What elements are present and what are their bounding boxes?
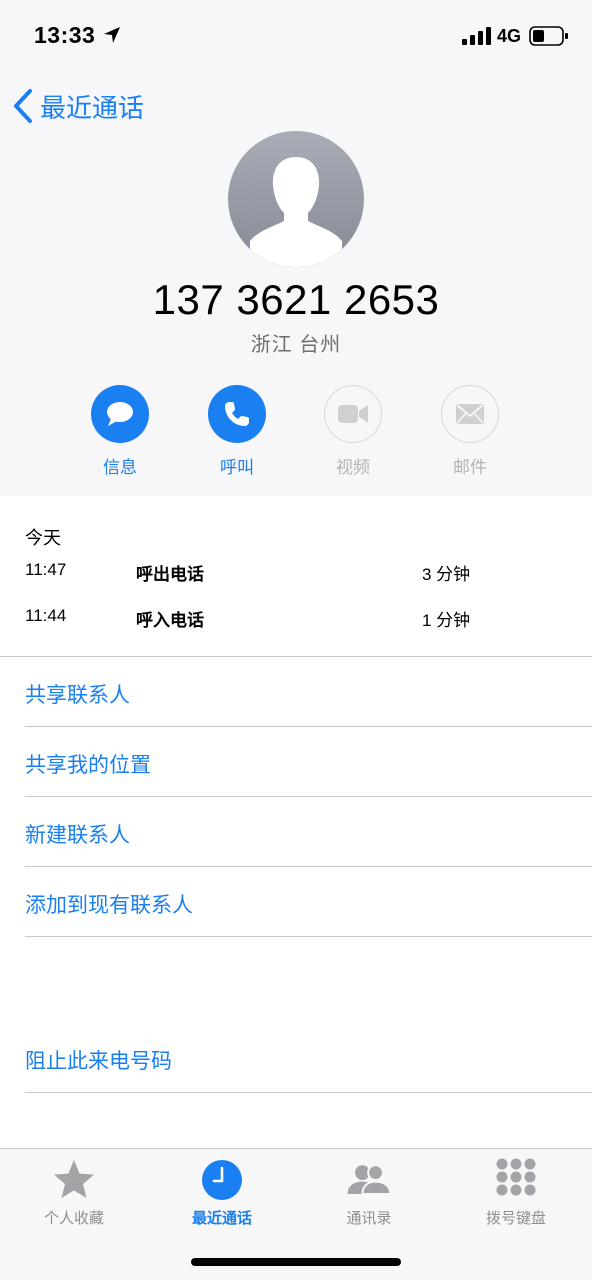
row-divider bbox=[25, 866, 592, 867]
row-divider bbox=[25, 936, 592, 937]
signal-icon bbox=[462, 27, 491, 45]
call-duration: 1 分钟 bbox=[422, 611, 471, 630]
back-button[interactable]: 最近通话 bbox=[12, 84, 144, 128]
network-type: 4G bbox=[497, 26, 522, 46]
call-history-row: 11:44 呼入电话 1 分钟 bbox=[0, 606, 592, 630]
message-action-button[interactable]: 信息 bbox=[80, 385, 160, 480]
row-divider bbox=[25, 796, 592, 797]
share-contact-button[interactable]: 共享联系人 bbox=[25, 679, 130, 709]
phone-icon bbox=[225, 402, 249, 426]
call-time: 11:44 bbox=[25, 606, 67, 625]
tab-favorites[interactable]: 个人收藏 bbox=[14, 1157, 134, 1228]
add-to-existing-contact-button[interactable]: 添加到现有联系人 bbox=[25, 889, 193, 919]
video-action-button[interactable]: 视频 bbox=[313, 385, 393, 480]
back-label: 最近通话 bbox=[40, 92, 145, 123]
home-indicator[interactable] bbox=[191, 1258, 401, 1266]
location-arrow-icon bbox=[104, 27, 120, 43]
call-time: 11:47 bbox=[25, 560, 67, 579]
tab-label: 个人收藏 bbox=[43, 1210, 104, 1227]
keypad-icon bbox=[496, 1158, 536, 1196]
caller-location: 浙江 台州 bbox=[250, 334, 342, 356]
tab-label: 通讯录 bbox=[346, 1210, 392, 1227]
tab-label: 最近通话 bbox=[191, 1210, 252, 1227]
mail-icon bbox=[456, 404, 484, 424]
call-action-button[interactable]: 呼叫 bbox=[197, 385, 277, 480]
call-type: 呼出电话 bbox=[136, 565, 204, 584]
share-location-button[interactable]: 共享我的位置 bbox=[25, 749, 151, 779]
message-icon bbox=[107, 402, 133, 426]
tab-recents[interactable]: 最近通话 bbox=[162, 1157, 282, 1228]
row-divider bbox=[25, 1092, 592, 1093]
call-type: 呼入电话 bbox=[136, 611, 204, 630]
status-bar: 13:33 4G bbox=[0, 0, 592, 72]
block-caller-button[interactable]: 阻止此来电号码 bbox=[25, 1045, 172, 1075]
call-duration: 3 分钟 bbox=[422, 565, 471, 584]
tab-keypad[interactable]: 拨号键盘 bbox=[456, 1157, 576, 1228]
person-silhouette-icon bbox=[228, 131, 364, 267]
video-icon bbox=[338, 405, 368, 423]
battery-icon bbox=[529, 26, 568, 46]
star-icon bbox=[54, 1160, 94, 1198]
tab-label: 拨号键盘 bbox=[485, 1210, 546, 1227]
contacts-icon bbox=[347, 1164, 392, 1195]
call-history-row: 11:47 呼出电话 3 分钟 bbox=[0, 560, 592, 584]
new-contact-button[interactable]: 新建联系人 bbox=[25, 819, 130, 849]
video-action-label: 视频 bbox=[336, 458, 370, 477]
mail-action-label: 邮件 bbox=[453, 458, 487, 477]
row-divider bbox=[25, 726, 592, 727]
chevron-left-icon bbox=[14, 89, 32, 123]
avatar bbox=[228, 131, 364, 267]
call-history-date: 今天 bbox=[25, 528, 61, 548]
mail-action-button[interactable]: 邮件 bbox=[430, 385, 510, 480]
clock-icon bbox=[202, 1160, 242, 1200]
tab-contacts[interactable]: 通讯录 bbox=[309, 1157, 429, 1228]
status-time: 13:33 bbox=[34, 22, 96, 48]
call-action-label: 呼叫 bbox=[220, 458, 254, 477]
section-divider bbox=[0, 656, 592, 657]
message-action-label: 信息 bbox=[103, 458, 137, 477]
phone-number: 137 3621 2653 bbox=[152, 276, 440, 323]
